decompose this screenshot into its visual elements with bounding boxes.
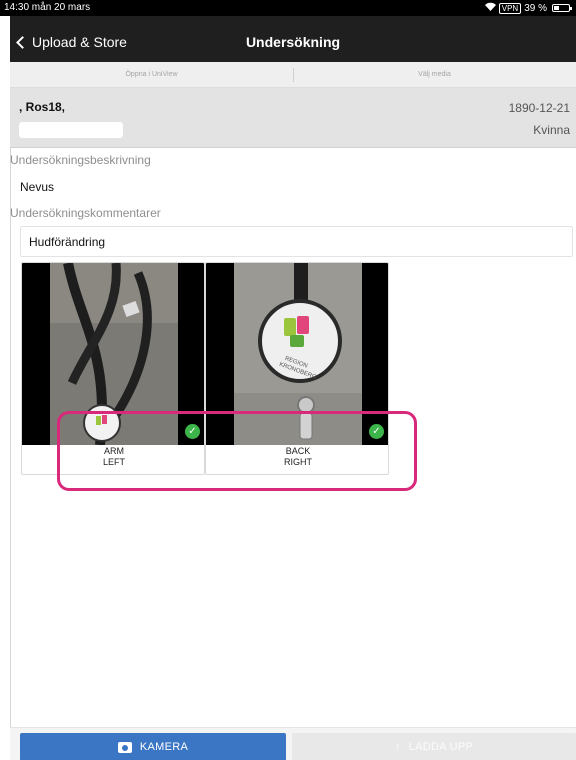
battery-percent: 39 % <box>524 2 547 14</box>
patient-header: , Ros18, 1890-12-21 Kvinna <box>10 88 576 148</box>
comments-label: Undersökningskommentarer <box>10 206 161 220</box>
status-time-date: 14:30 mån 20 mars <box>4 2 91 13</box>
comments-field[interactable]: Hudförändring <box>20 226 573 257</box>
status-bar: 14:30 mån 20 mars VPN 39 % <box>0 0 576 16</box>
annotation-highlight <box>57 411 417 491</box>
status-indicators: VPN 39 % <box>484 2 572 14</box>
upload-arrow-icon: ↑ <box>394 741 401 753</box>
page-title: Undersökning <box>245 34 341 50</box>
wifi-icon <box>484 2 496 14</box>
description-label: Undersökningsbeskrivning <box>10 153 151 167</box>
navigation-bar: Upload & Store Undersökning <box>10 16 576 62</box>
upload-button[interactable]: ↑ LADDA UPP <box>292 733 576 760</box>
battery-level <box>554 6 560 10</box>
choose-media-button[interactable]: Välj media <box>293 62 576 88</box>
patient-name: , Ros18, <box>19 100 66 114</box>
battery-icon <box>552 4 572 12</box>
camera-icon <box>117 741 132 753</box>
open-in-uniview-button[interactable]: Öppna i UniView <box>10 62 293 88</box>
upload-button-label: LADDA UPP <box>408 741 474 753</box>
patient-sex: Kvinna <box>533 123 570 137</box>
description-value[interactable]: Nevus <box>20 180 54 194</box>
comments-value: Hudförändring <box>29 235 106 249</box>
camera-button[interactable]: KAMERA <box>20 733 286 760</box>
patient-id-redacted <box>19 122 123 138</box>
patient-birth-date: 1890-12-21 <box>508 101 570 115</box>
bottom-bar: KAMERA ↑ LADDA UPP <box>10 727 576 760</box>
action-bar: Öppna i UniView Välj media <box>10 62 576 88</box>
camera-button-label: KAMERA <box>139 741 189 753</box>
vpn-badge: VPN <box>498 2 522 14</box>
